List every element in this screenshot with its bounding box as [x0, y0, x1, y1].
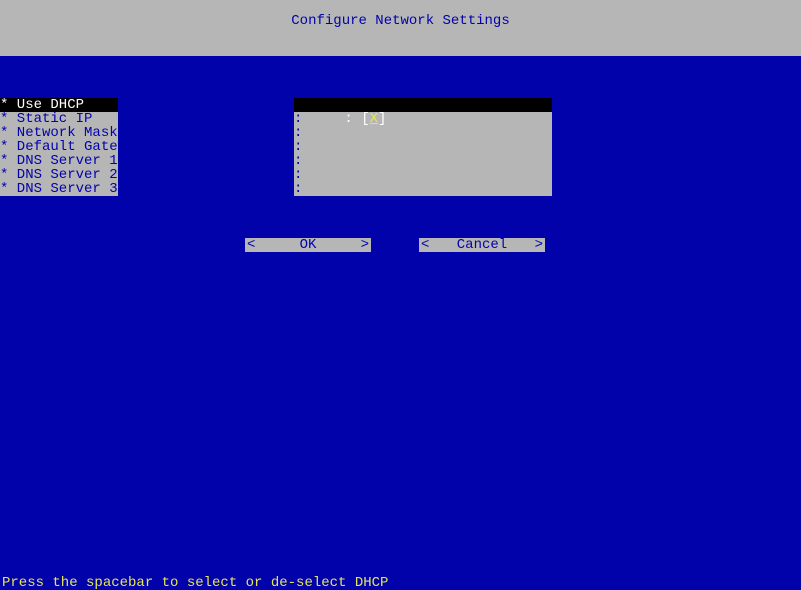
value-separator: : [344, 111, 352, 127]
label-network-mask[interactable]: * Network Mask [0, 126, 118, 140]
ok-button-label: OK [245, 238, 371, 252]
cancel-button-label: Cancel [419, 238, 545, 252]
label-dns-server-1[interactable]: * DNS Server 1 [0, 154, 118, 168]
label-default-gateway[interactable]: * Default Gateway [0, 140, 118, 154]
value-separator: : [294, 181, 302, 197]
value-default-gateway[interactable]: : [294, 140, 552, 154]
button-row: < OK > < Cancel > [0, 238, 801, 252]
ok-bracket-open: < [247, 238, 255, 252]
cancel-bracket-open: < [421, 238, 429, 252]
checkbox-close-bracket: ] [378, 111, 386, 127]
cancel-bracket-close: > [535, 238, 543, 252]
value-dns-server-3[interactable]: : [294, 182, 552, 196]
value-use-dhcp[interactable]: : [X] [294, 98, 552, 112]
screen: Configure Network Settings * Use DHCP * … [0, 0, 801, 590]
value-dns-server-2[interactable]: : [294, 168, 552, 182]
dialog-title: Configure Network Settings [0, 14, 801, 28]
field-values-column: : [X] : : : : : : [294, 98, 552, 196]
cancel-button[interactable]: < Cancel > [419, 238, 545, 252]
checkbox-mark: X [370, 111, 378, 127]
ok-button[interactable]: < OK > [245, 238, 371, 252]
value-network-mask[interactable]: : [294, 126, 552, 140]
label-dns-server-3[interactable]: * DNS Server 3 [0, 182, 118, 196]
field-labels-column: * Use DHCP * Static IP * Network Mask * … [0, 98, 118, 196]
label-use-dhcp[interactable]: * Use DHCP [0, 98, 118, 112]
checkbox-open-bracket: [ [361, 111, 369, 127]
label-static-ip[interactable]: * Static IP [0, 112, 118, 126]
ok-bracket-close: > [361, 238, 369, 252]
title-bar: Configure Network Settings [0, 0, 801, 56]
status-bar: Press the spacebar to select or de-selec… [0, 576, 801, 590]
label-dns-server-2[interactable]: * DNS Server 2 [0, 168, 118, 182]
value-dns-server-1[interactable]: : [294, 154, 552, 168]
